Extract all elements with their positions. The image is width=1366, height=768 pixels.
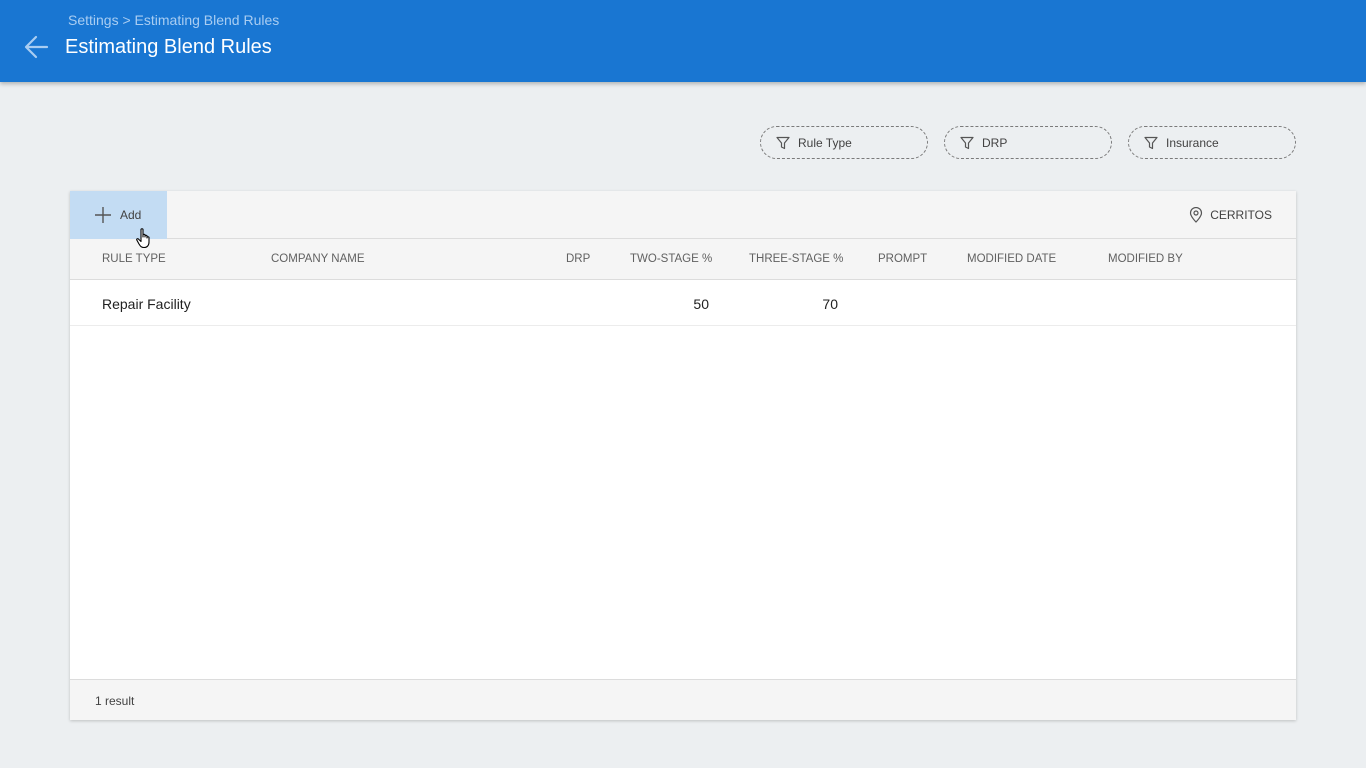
rules-panel: Add CERRITOS RULE TYPE COMPANY NAME DRP … xyxy=(70,191,1296,720)
column-header-modified-by[interactable]: MODIFIED BY xyxy=(1108,253,1183,265)
hand-cursor-icon xyxy=(136,228,150,249)
page-title: Estimating Blend Rules xyxy=(65,36,272,58)
filter-chip-drp[interactable]: DRP xyxy=(944,126,1112,159)
result-count: 1 result xyxy=(95,694,135,708)
column-header-three-stage[interactable]: THREE-STAGE % xyxy=(749,253,843,265)
breadcrumb[interactable]: Settings > Estimating Blend Rules xyxy=(68,12,279,28)
table-toolbar: Add CERRITOS xyxy=(70,191,1296,239)
cell-rule-type: Repair Facility xyxy=(102,296,191,312)
location-selector[interactable]: CERRITOS xyxy=(1189,207,1272,223)
plus-icon xyxy=(95,207,111,223)
filter-chip-label: Insurance xyxy=(1166,135,1219,150)
location-label: CERRITOS xyxy=(1210,208,1272,222)
column-header-prompt[interactable]: PROMPT xyxy=(878,253,927,265)
filter-icon xyxy=(776,136,790,149)
column-header-company-name[interactable]: COMPANY NAME xyxy=(271,253,365,265)
filter-chip-label: DRP xyxy=(982,135,1008,150)
filter-icon xyxy=(1144,136,1158,149)
back-button[interactable] xyxy=(20,31,52,63)
table-header: RULE TYPE COMPANY NAME DRP TWO-STAGE % T… xyxy=(70,239,1296,280)
filter-chip-label: Rule Type xyxy=(798,135,852,150)
app-bar: Settings > Estimating Blend Rules Estima… xyxy=(0,0,1366,82)
filter-chip-insurance[interactable]: Insurance xyxy=(1128,126,1296,159)
cell-two-stage: 50 xyxy=(693,296,709,312)
column-header-two-stage[interactable]: TWO-STAGE % xyxy=(630,253,712,265)
arrow-left-icon xyxy=(24,35,49,59)
column-header-modified-date[interactable]: MODIFIED DATE xyxy=(967,253,1056,265)
table-footer: 1 result xyxy=(70,679,1296,720)
column-header-rule-type[interactable]: RULE TYPE xyxy=(102,253,166,265)
column-header-drp[interactable]: DRP xyxy=(566,253,590,265)
cell-three-stage: 70 xyxy=(822,296,838,312)
filter-bar: Rule Type DRP Insurance xyxy=(760,126,1296,159)
location-pin-icon xyxy=(1190,207,1203,223)
add-button-label: Add xyxy=(120,208,142,222)
filter-icon xyxy=(960,136,974,149)
table-row[interactable]: Repair Facility 50 70 xyxy=(70,280,1296,326)
filter-chip-rule-type[interactable]: Rule Type xyxy=(760,126,928,159)
